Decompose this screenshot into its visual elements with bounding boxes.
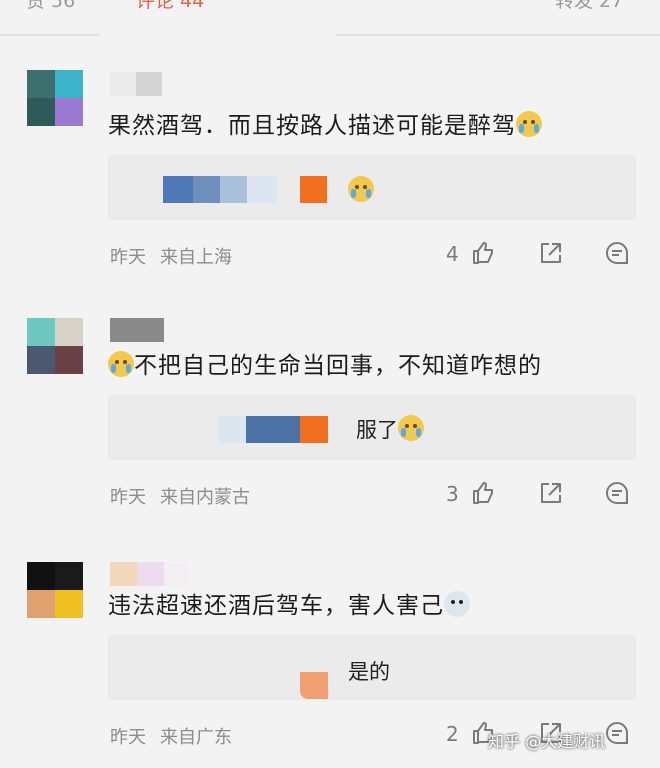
comment-location: 来自广东 [160,727,232,748]
blurred-name [247,176,277,203]
blurred-name [246,416,300,443]
reply-preview[interactable] [108,154,636,220]
comment-meta: 昨天 来自广东 [110,723,246,749]
tab-reposts[interactable]: 转发 27 [555,0,623,13]
reply-preview[interactable]: 是的 [108,634,636,700]
comment-text: 违法超速还酒后驾车，害人害己 [108,586,470,620]
avatar[interactable] [27,318,83,374]
share-icon[interactable] [538,240,564,266]
comment-actions: 3 [446,480,636,510]
comment-actions: 4 [446,240,636,270]
username[interactable] [110,72,162,96]
tab-likes[interactable]: 赞 56 [26,0,75,13]
tab-comments[interactable]: 评论 44 [136,0,204,13]
reply-preview[interactable]: 服了 [108,394,636,460]
like-count: 4 [446,242,459,266]
blurred-name [163,176,193,203]
reply-text: 是的 [348,660,390,684]
reply-icon[interactable] [604,480,630,506]
username[interactable] [110,562,188,586]
comment-meta: 昨天 来自内蒙古 [110,483,264,509]
share-icon[interactable] [538,480,564,506]
avatar[interactable] [27,562,83,618]
comment-location: 来自内蒙古 [160,487,250,508]
tab-divider [0,34,100,36]
like-count: 3 [446,482,459,506]
crying-face-icon [398,415,424,441]
avatar[interactable] [27,70,83,126]
comment-meta: 昨天 来自上海 [110,243,246,269]
watermark: 知乎 @大建财讯 [488,732,606,751]
tab-divider [335,34,660,36]
reply-icon[interactable] [604,240,630,266]
crying-face-icon [348,176,374,202]
comment-time: 昨天 [110,247,146,268]
comment-text: 不把自己的生命当回事，不知道咋想的 [108,346,542,380]
tab-bar: 赞 56 评论 44 转发 27 [0,0,660,40]
blurred-name [218,416,246,443]
comment-text: 果然酒驾．而且按路人描述可能是醉驾 [108,106,542,140]
reply-icon[interactable] [604,720,630,746]
username[interactable] [110,318,164,342]
reply-text: 服了 [356,414,424,444]
crying-face-icon [516,111,542,137]
comment-time: 昨天 [110,487,146,508]
blurred-name [300,672,328,699]
blurred-name [300,416,328,443]
like-count: 2 [446,722,459,746]
comment-time: 昨天 [110,727,146,748]
blurred-name [220,176,247,203]
blurred-name [300,176,327,203]
laughing-crying-face-icon [108,351,134,377]
like-icon[interactable] [470,480,496,506]
dog-face-icon [444,591,470,617]
comment-location: 来自上海 [160,247,232,268]
like-icon[interactable] [470,240,496,266]
blurred-name [193,176,220,203]
